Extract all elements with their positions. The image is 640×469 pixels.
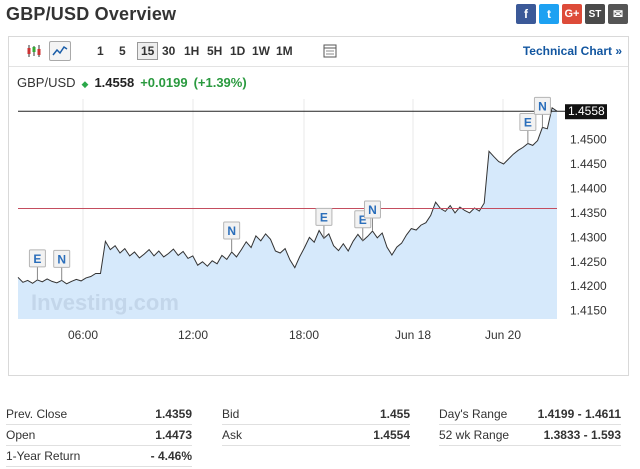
chart-panel: 1 5 15 30 1H 5H 1D 1W 1M Technical Chart… [8, 36, 629, 376]
stat-label: Day's Range [439, 407, 508, 421]
price-chart[interactable]: Investing.com 1.4500 1.4450 1.4400 1.4350 1.4… [9, 37, 628, 375]
share-buttons: f t G+ ST ✉ [516, 4, 628, 24]
google-plus-icon[interactable]: G+ [562, 4, 582, 24]
event-marker-label: E [524, 115, 532, 129]
stat-row: Bid 1.455 [222, 404, 410, 425]
stat-label: Open [6, 428, 36, 442]
y-tick-label: 1.4350 [570, 206, 607, 220]
stat-row: 52 wk Range 1.3833 - 1.593 [439, 425, 621, 446]
x-tick-label: Jun 20 [485, 328, 521, 342]
y-tick-label: 1.4250 [570, 255, 607, 269]
event-marker-label: E [320, 210, 328, 224]
y-tick-label: 1.4400 [570, 181, 607, 195]
twitter-icon[interactable]: t [539, 4, 559, 24]
stat-label: Bid [222, 407, 240, 421]
stat-value: - 4.46% [150, 449, 192, 463]
stat-value: 1.455 [379, 407, 410, 421]
x-tick-label: 06:00 [68, 328, 98, 342]
event-marker-label: N [538, 99, 547, 113]
stat-row: Open 1.4473 [6, 425, 192, 446]
y-tick-label: 1.4150 [570, 304, 607, 318]
stat-label: Ask [222, 428, 243, 442]
stat-label: 1-Year Return [6, 449, 81, 463]
stocktwits-icon[interactable]: ST [585, 4, 605, 24]
email-icon[interactable]: ✉ [608, 4, 628, 24]
y-tick-label: 1.4500 [570, 133, 607, 147]
stat-label: Prev. Close [6, 407, 68, 421]
facebook-icon[interactable]: f [516, 4, 536, 24]
stat-value: 1.4473 [155, 428, 192, 442]
y-tick-label: 1.4300 [570, 230, 607, 244]
x-tick-label: 12:00 [178, 328, 208, 342]
stat-value: 1.3833 - 1.593 [543, 428, 621, 442]
y-tick-label: 1.4450 [570, 157, 607, 171]
stat-value: 1.4199 - 1.4611 [537, 407, 621, 421]
stat-row: Day's Range 1.4199 - 1.4611 [439, 404, 621, 425]
page-title: GBP/USD Overview [6, 4, 177, 24]
y-tick-label: 1.4200 [570, 279, 607, 293]
stat-row: Prev. Close 1.4359 [6, 404, 192, 425]
event-marker-label: N [368, 203, 377, 217]
header: GBP/USD Overview f t G+ ST ✉ [0, 0, 640, 30]
x-tick-label: 18:00 [289, 328, 319, 342]
stat-row: 1-Year Return - 4.46% [6, 446, 192, 467]
last-price-label: 1.4558 [568, 104, 605, 118]
event-marker-label: N [227, 224, 236, 238]
stat-value: 1.4554 [373, 428, 410, 442]
stat-row: Ask 1.4554 [222, 425, 410, 446]
stat-value: 1.4359 [155, 407, 192, 421]
x-tick-label: Jun 18 [395, 328, 431, 342]
event-marker-label: E [33, 252, 41, 266]
event-marker-label: N [57, 252, 66, 266]
price-area [18, 107, 557, 319]
stat-label: 52 wk Range [439, 428, 510, 442]
watermark-text: Investing.com [31, 290, 179, 315]
